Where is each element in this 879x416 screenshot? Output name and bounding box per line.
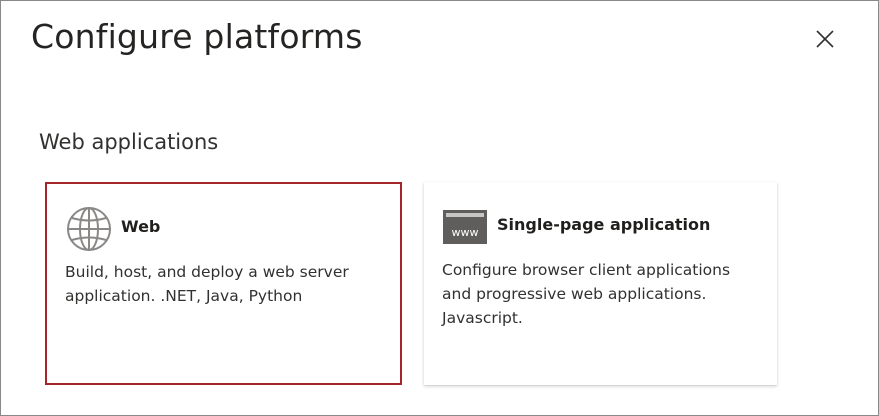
card-description-line: Build, host, and deploy a web server — [65, 263, 349, 281]
card-title: Single-page application — [497, 215, 711, 234]
card-description: Configure browser client applications an… — [442, 258, 762, 330]
section-title-web-applications: Web applications — [39, 130, 219, 154]
globe-icon — [66, 206, 112, 256]
platform-card-web[interactable]: Web Build, host, and deploy a web server… — [45, 182, 402, 385]
card-description-line: application. .NET, Java, Python — [65, 287, 303, 305]
card-title: Web — [121, 217, 161, 236]
dialog-title: Configure platforms — [31, 17, 363, 56]
www-icon-text: www — [452, 226, 479, 239]
card-description: Build, host, and deploy a web server app… — [65, 260, 385, 308]
close-icon — [816, 30, 834, 48]
card-description-line: Javascript. — [442, 309, 523, 327]
configure-platforms-dialog: Configure platforms Web applications Web — [0, 0, 879, 416]
card-description-line: Configure browser client applications — [442, 261, 731, 279]
platform-card-single-page-application[interactable]: www Single-page application Configure br… — [424, 182, 777, 385]
www-browser-icon: www — [443, 210, 487, 248]
close-button[interactable] — [809, 23, 841, 55]
card-description-line: and progressive web applications. — [442, 285, 707, 303]
